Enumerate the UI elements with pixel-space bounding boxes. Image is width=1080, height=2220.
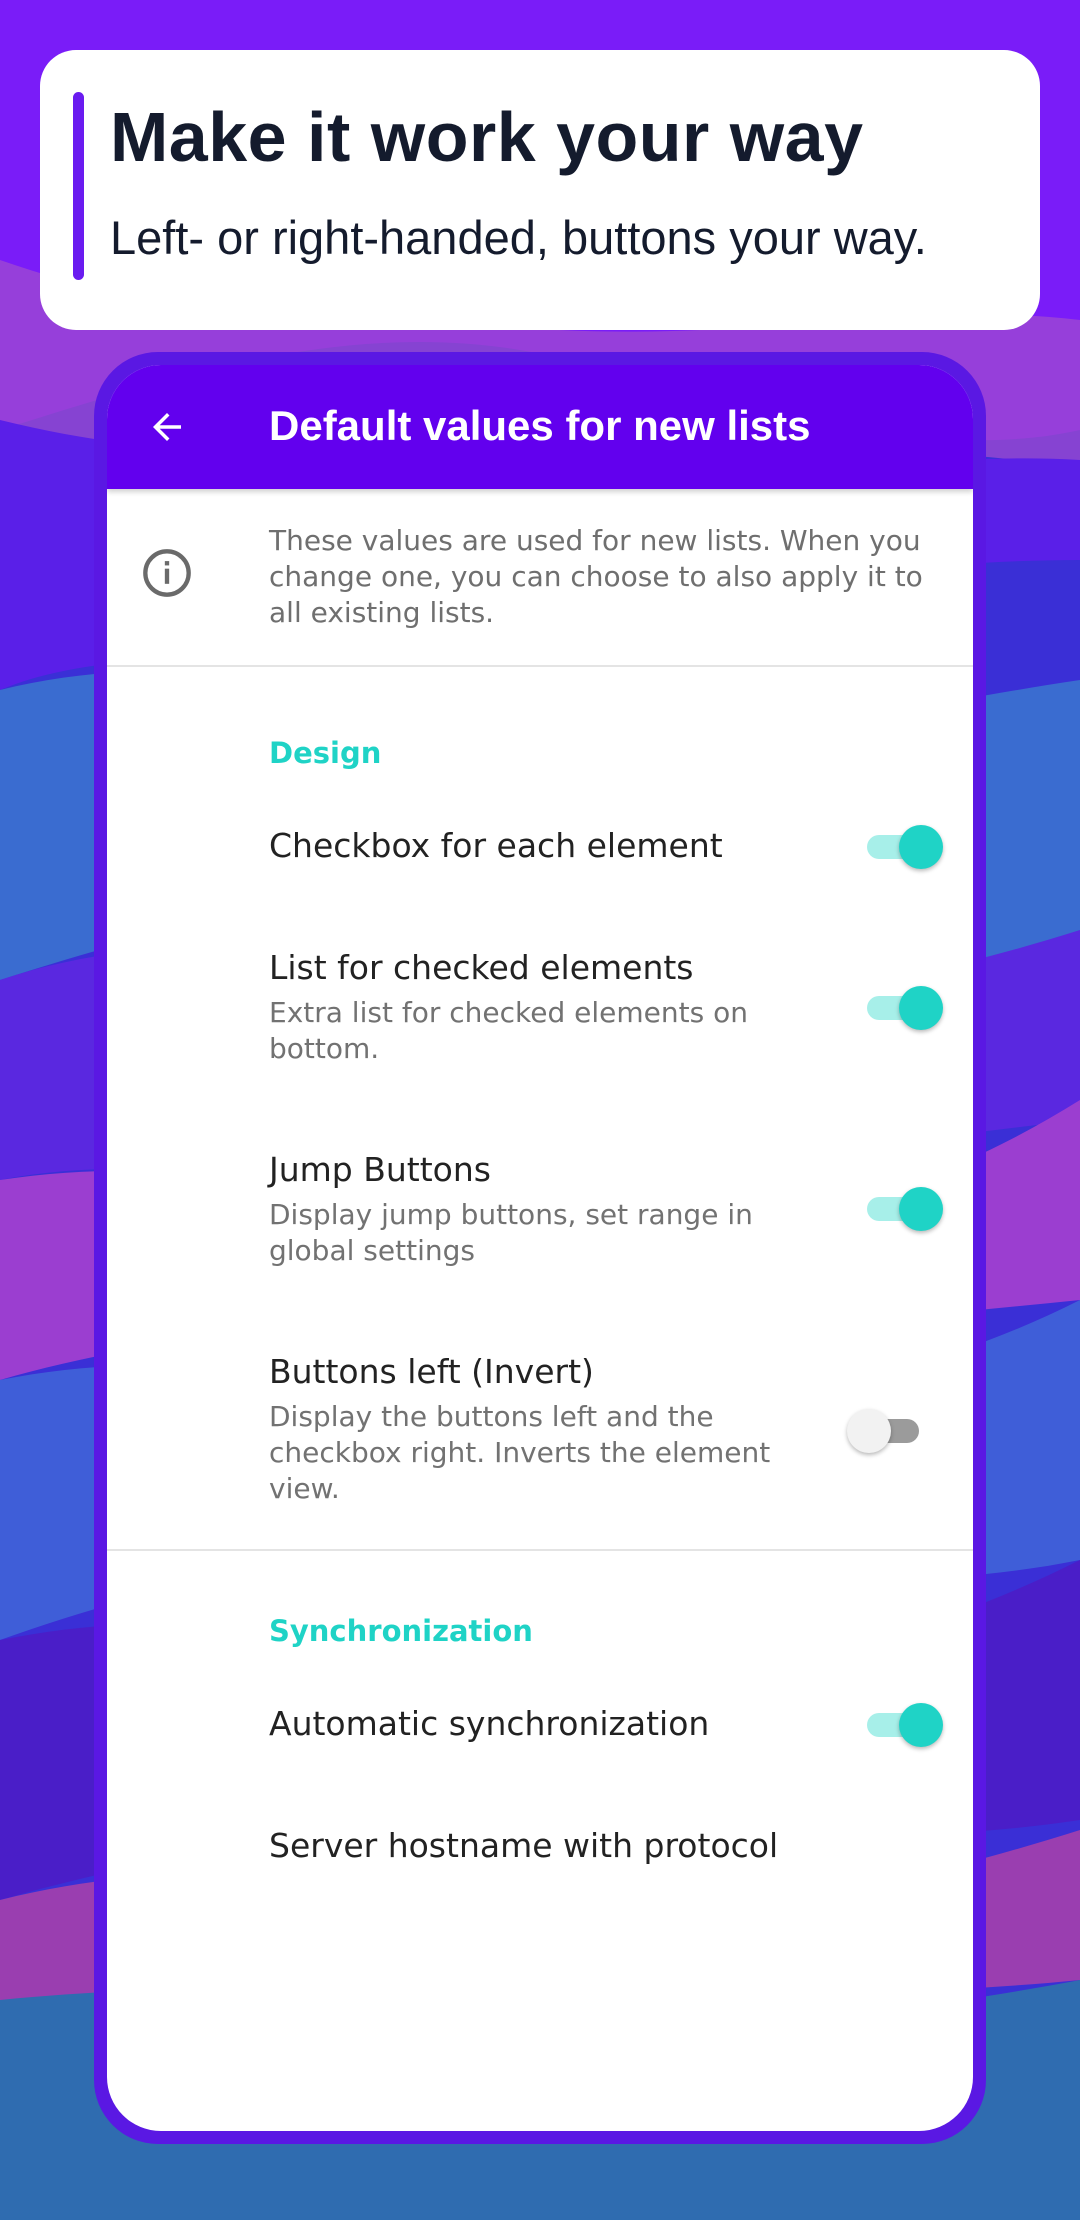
page-title: Default values for new lists	[269, 402, 811, 449]
pref-summary: Display jump buttons, set range in globa…	[269, 1198, 753, 1267]
pref-title: Jump Buttons	[269, 1150, 491, 1189]
pref-summary: Extra list for checked elements on botto…	[269, 996, 748, 1065]
divider	[107, 665, 973, 667]
pref-summary: Display the buttons left and the checkbo…	[269, 1400, 771, 1505]
toggle-switch[interactable]	[865, 982, 945, 1032]
pref-title: List for checked elements	[269, 948, 694, 987]
arrow-left-icon	[153, 413, 181, 441]
section-header-design: Design	[269, 736, 382, 770]
promo-accent-bar	[73, 92, 84, 280]
promo-title: Make it work your way	[110, 98, 864, 176]
info-text: These values are used for new lists. Whe…	[269, 524, 923, 629]
pref-title: Checkbox for each element	[269, 826, 723, 865]
pref-title: Server hostname with protocol	[269, 1826, 779, 1865]
pref-title: Automatic synchronization	[269, 1704, 710, 1743]
app-bar: Default values for new lists	[107, 365, 973, 489]
info-icon	[143, 549, 191, 597]
settings-screen: Default values for new lists These value…	[107, 365, 973, 2131]
promo-subtitle: Left- or right-handed, buttons your way.	[110, 211, 927, 264]
divider	[107, 1549, 973, 1551]
phone-frame: Default values for new lists These value…	[94, 352, 986, 2144]
pref-title: Buttons left (Invert)	[269, 1352, 594, 1391]
toggle-switch[interactable]	[865, 1183, 945, 1233]
toggle-switch[interactable]	[847, 1405, 929, 1455]
toggle-switch[interactable]	[865, 821, 945, 871]
section-header-synchronization: Synchronization	[269, 1614, 533, 1648]
info-banner: These values are used for new lists. Whe…	[107, 489, 973, 667]
back-button[interactable]	[137, 397, 197, 457]
toggle-switch[interactable]	[865, 1699, 945, 1749]
promo-card: Make it work your way Left- or right-han…	[40, 50, 1040, 330]
